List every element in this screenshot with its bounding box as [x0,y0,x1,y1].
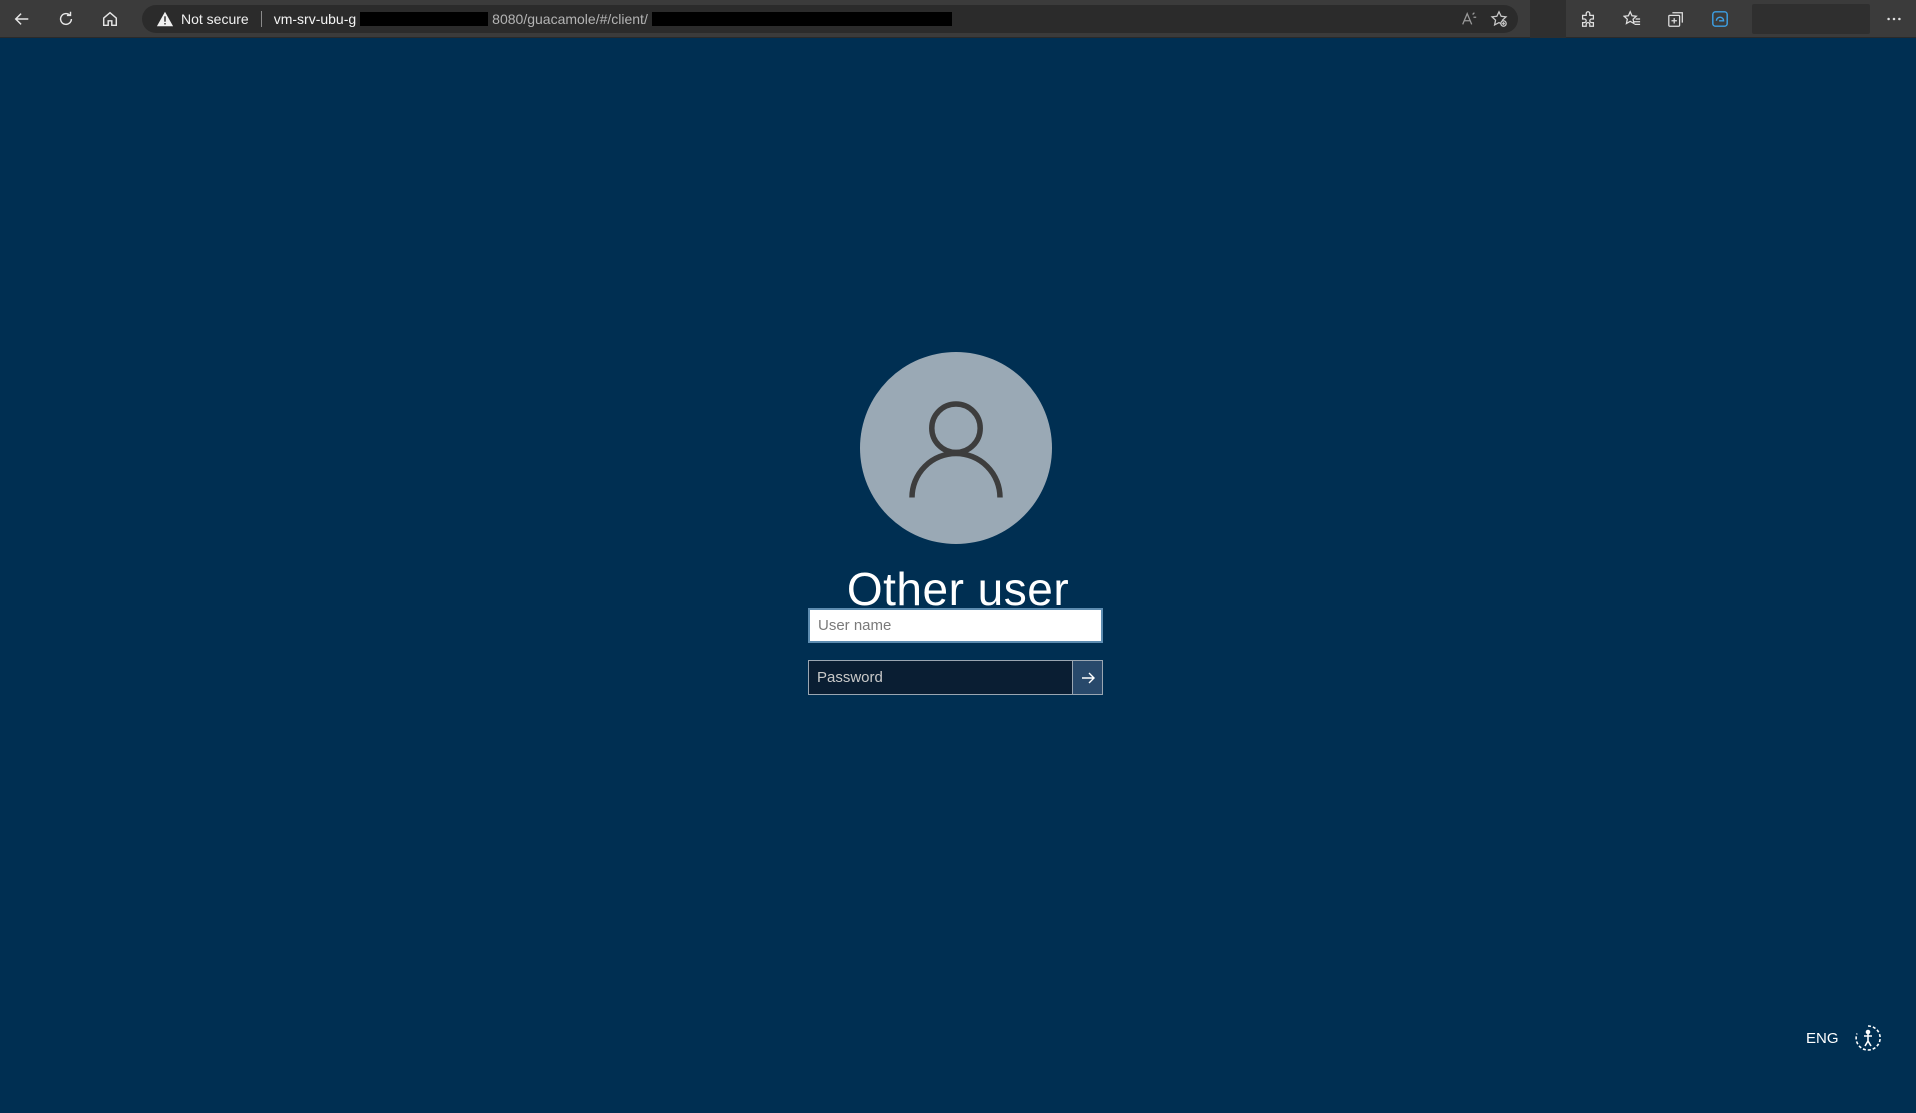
favorites-icon[interactable] [1610,0,1654,38]
url-path: 8080/guacamole/#/client/ [492,11,648,27]
ease-of-access-icon [1855,1025,1881,1051]
security-label[interactable]: Not secure [181,11,249,27]
ease-of-access-button[interactable] [1850,1020,1886,1056]
username-input[interactable] [808,608,1103,643]
toolbar-spacer [1530,0,1566,38]
address-divider [260,11,262,27]
address-actions [1460,5,1508,33]
url-host: vm-srv-ubu-g [273,11,357,27]
submit-button[interactable] [1072,660,1103,695]
remote-desktop: Other user [0,38,1916,1113]
edge-icon[interactable] [1698,0,1742,38]
profile-button[interactable] [1752,4,1870,34]
read-aloud-icon[interactable] [1460,10,1478,28]
more-icon[interactable] [1872,0,1916,38]
warning-icon[interactable] [156,10,174,28]
user-avatar [860,352,1052,544]
collections-icon[interactable] [1654,0,1698,38]
arrow-right-icon [1081,672,1095,683]
redacted-block [651,12,952,26]
redacted-block [360,12,489,26]
extensions-icon[interactable] [1566,0,1610,38]
toolbar-right [1530,0,1916,38]
add-favorite-icon[interactable] [1490,10,1508,28]
password-input[interactable] [808,660,1074,695]
browser-toolbar: Not secure vm-srv-ubu-g 8080/guacamole/#… [0,0,1916,38]
address-bar[interactable]: Not secure vm-srv-ubu-g 8080/guacamole/#… [142,5,1518,33]
home-icon[interactable] [88,0,132,38]
language-indicator[interactable]: ENG [1806,1030,1839,1047]
back-icon[interactable] [0,0,44,38]
refresh-icon[interactable] [44,0,88,38]
user-icon [909,401,1003,498]
